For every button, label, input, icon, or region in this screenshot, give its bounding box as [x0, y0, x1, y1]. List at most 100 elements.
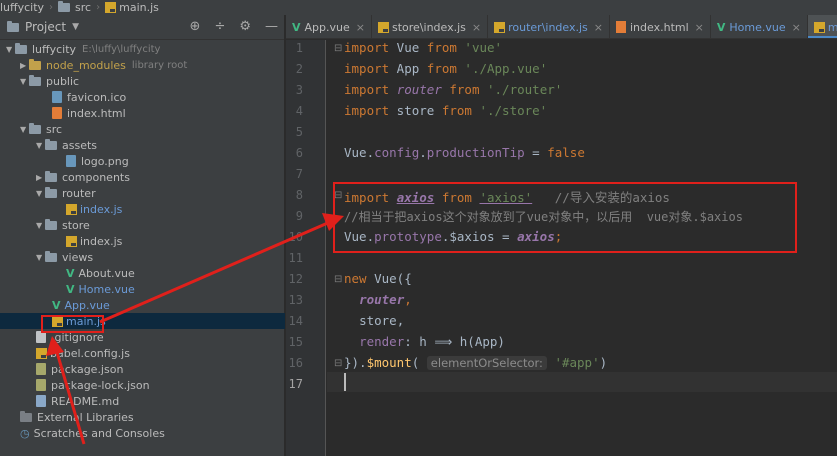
annotation-file-box: [41, 315, 104, 333]
code-line-14: store,: [344, 313, 404, 328]
folder-icon: [45, 186, 57, 198]
code-expression: : h ⟹ h(App): [404, 334, 505, 349]
folder-icon: [45, 170, 57, 182]
tree-item-views[interactable]: ▼ views: [0, 249, 285, 265]
close-icon[interactable]: ×: [472, 21, 481, 34]
close-icon[interactable]: ×: [695, 21, 704, 34]
tree-item-label: assets: [62, 138, 98, 152]
line-number: 8: [295, 188, 303, 202]
chevron-down-icon[interactable]: ▼: [72, 22, 79, 32]
tab-label: index.html: [630, 20, 689, 34]
tree-item-store-index[interactable]: index.js: [0, 233, 285, 249]
folder-icon: [45, 138, 57, 150]
chevron-down-icon[interactable]: ▼: [36, 253, 45, 262]
tree-item-index-html[interactable]: index.html: [0, 105, 285, 121]
gear-icon[interactable]: ⚙: [239, 19, 251, 34]
tree-item-label: About.vue: [78, 266, 135, 280]
tree-item-label: index.js: [80, 202, 123, 216]
tree-item-favicon[interactable]: favicon.ico: [0, 89, 285, 105]
markdown-file-icon: [36, 395, 46, 407]
tab-store-index[interactable]: store\index.js ×: [372, 15, 489, 38]
code-keyword: from: [426, 61, 457, 76]
chevron-down-icon[interactable]: ▼: [36, 189, 45, 198]
code-string: '#app': [554, 355, 600, 370]
chevron-down-icon[interactable]: ▼: [6, 45, 15, 54]
close-icon[interactable]: ×: [792, 21, 801, 34]
tree-item-about-vue[interactable]: V About.vue: [0, 265, 285, 281]
chevron-down-icon[interactable]: ▼: [20, 125, 29, 134]
tree-item-label: logo.png: [81, 154, 129, 168]
annotation-highlight-box: [333, 182, 797, 253]
tree-item-package-json[interactable]: package.json: [0, 361, 285, 377]
close-icon[interactable]: ×: [594, 21, 603, 34]
code-keyword: import: [344, 82, 390, 97]
tree-item-label: Scratches and Consoles: [33, 426, 165, 440]
tab-app-vue[interactable]: V App.vue ×: [286, 15, 372, 38]
breadcrumb: luffycity › src › main.js: [0, 0, 837, 15]
tree-item-node-modules[interactable]: ▶ node_modules library root: [0, 57, 285, 73]
json-file-icon: [36, 379, 46, 391]
tree-item-package-lock[interactable]: package-lock.json: [0, 377, 285, 393]
code-line-15: render: h ⟹ h(App): [344, 334, 505, 349]
tree-item-store[interactable]: ▼ store: [0, 217, 285, 233]
code-punct: .: [419, 145, 427, 160]
line-number: 7: [295, 167, 303, 181]
chevron-right-icon[interactable]: ▶: [36, 173, 45, 182]
current-line-highlight: [327, 372, 837, 392]
image-file-icon: [66, 155, 76, 167]
code-string: './store': [471, 103, 548, 118]
chevron-down-icon[interactable]: ▼: [36, 221, 45, 230]
tree-item-router[interactable]: ▼ router: [0, 185, 285, 201]
tree-item-src[interactable]: ▼ src: [0, 121, 285, 137]
tab-main-js[interactable]: main.js ×: [807, 15, 837, 38]
breadcrumb-item-project[interactable]: luffycity: [0, 1, 44, 14]
breadcrumb-item-file[interactable]: main.js: [105, 1, 159, 14]
tree-item-label: node_modules: [46, 58, 126, 72]
folder-icon: [29, 58, 41, 70]
tree-item-app-vue[interactable]: V App.vue: [0, 297, 285, 313]
close-icon[interactable]: ×: [356, 21, 365, 34]
tree-item-home-vue[interactable]: V Home.vue: [0, 281, 285, 297]
tree-item-public[interactable]: ▼ public: [0, 73, 285, 89]
line-number: 13: [288, 293, 303, 307]
tree-item-label: src: [46, 122, 63, 136]
chevron-down-icon[interactable]: ▼: [20, 77, 29, 86]
tab-label: Home.vue: [729, 20, 786, 34]
locate-icon[interactable]: ⊕: [190, 19, 201, 34]
tab-index-html[interactable]: index.html ×: [610, 15, 711, 38]
tree-item-babel-config[interactable]: babel.config.js: [0, 345, 285, 361]
fold-marker-icon[interactable]: ⊟: [334, 358, 342, 369]
js-file-icon: [105, 2, 117, 13]
tree-item-external-libraries[interactable]: External Libraries: [0, 409, 285, 425]
tree-item-assets[interactable]: ▼ assets: [0, 137, 285, 153]
line-number-gutter: 1 2 3 4 5 6 7 8 9 10 11 12 13 14 15 16 1…: [286, 40, 326, 456]
tree-item-components[interactable]: ▶ components: [0, 169, 285, 185]
breadcrumb-item-src[interactable]: src: [58, 1, 91, 14]
fold-marker-icon[interactable]: ⊟: [334, 274, 342, 285]
collapse-all-icon[interactable]: ÷: [214, 19, 225, 34]
line-number: 2: [295, 62, 303, 76]
json-file-icon: [36, 363, 46, 375]
tree-item-readme[interactable]: README.md: [0, 393, 285, 409]
fold-marker-icon[interactable]: ⊟: [334, 43, 342, 54]
code-line-13: router,: [344, 292, 412, 307]
hide-icon[interactable]: —: [265, 19, 278, 34]
code-identifier: store: [389, 103, 442, 118]
chevron-down-icon[interactable]: ▼: [36, 141, 45, 150]
tree-item-scratches[interactable]: ◷ Scratches and Consoles: [0, 425, 285, 441]
tab-router-index[interactable]: router\index.js ×: [488, 15, 610, 38]
js-file-icon: [377, 21, 389, 33]
line-number: 4: [295, 104, 303, 118]
tree-item-logo[interactable]: logo.png: [0, 153, 285, 169]
code-identifier: router: [396, 82, 442, 97]
tree-item-router-index[interactable]: index.js: [0, 201, 285, 217]
code-keyword: from: [426, 40, 457, 55]
code-keyword: from: [449, 82, 480, 97]
folder-icon: [15, 42, 27, 54]
js-file-icon: [66, 235, 77, 247]
chevron-right-icon[interactable]: ▶: [20, 61, 29, 70]
code-punct: (: [411, 355, 420, 370]
tree-item-luffycity[interactable]: ▼ luffycity E:\luffy\luffycity: [0, 41, 285, 57]
line-number: 10: [288, 230, 303, 244]
tab-home-vue[interactable]: V Home.vue ×: [711, 15, 808, 38]
